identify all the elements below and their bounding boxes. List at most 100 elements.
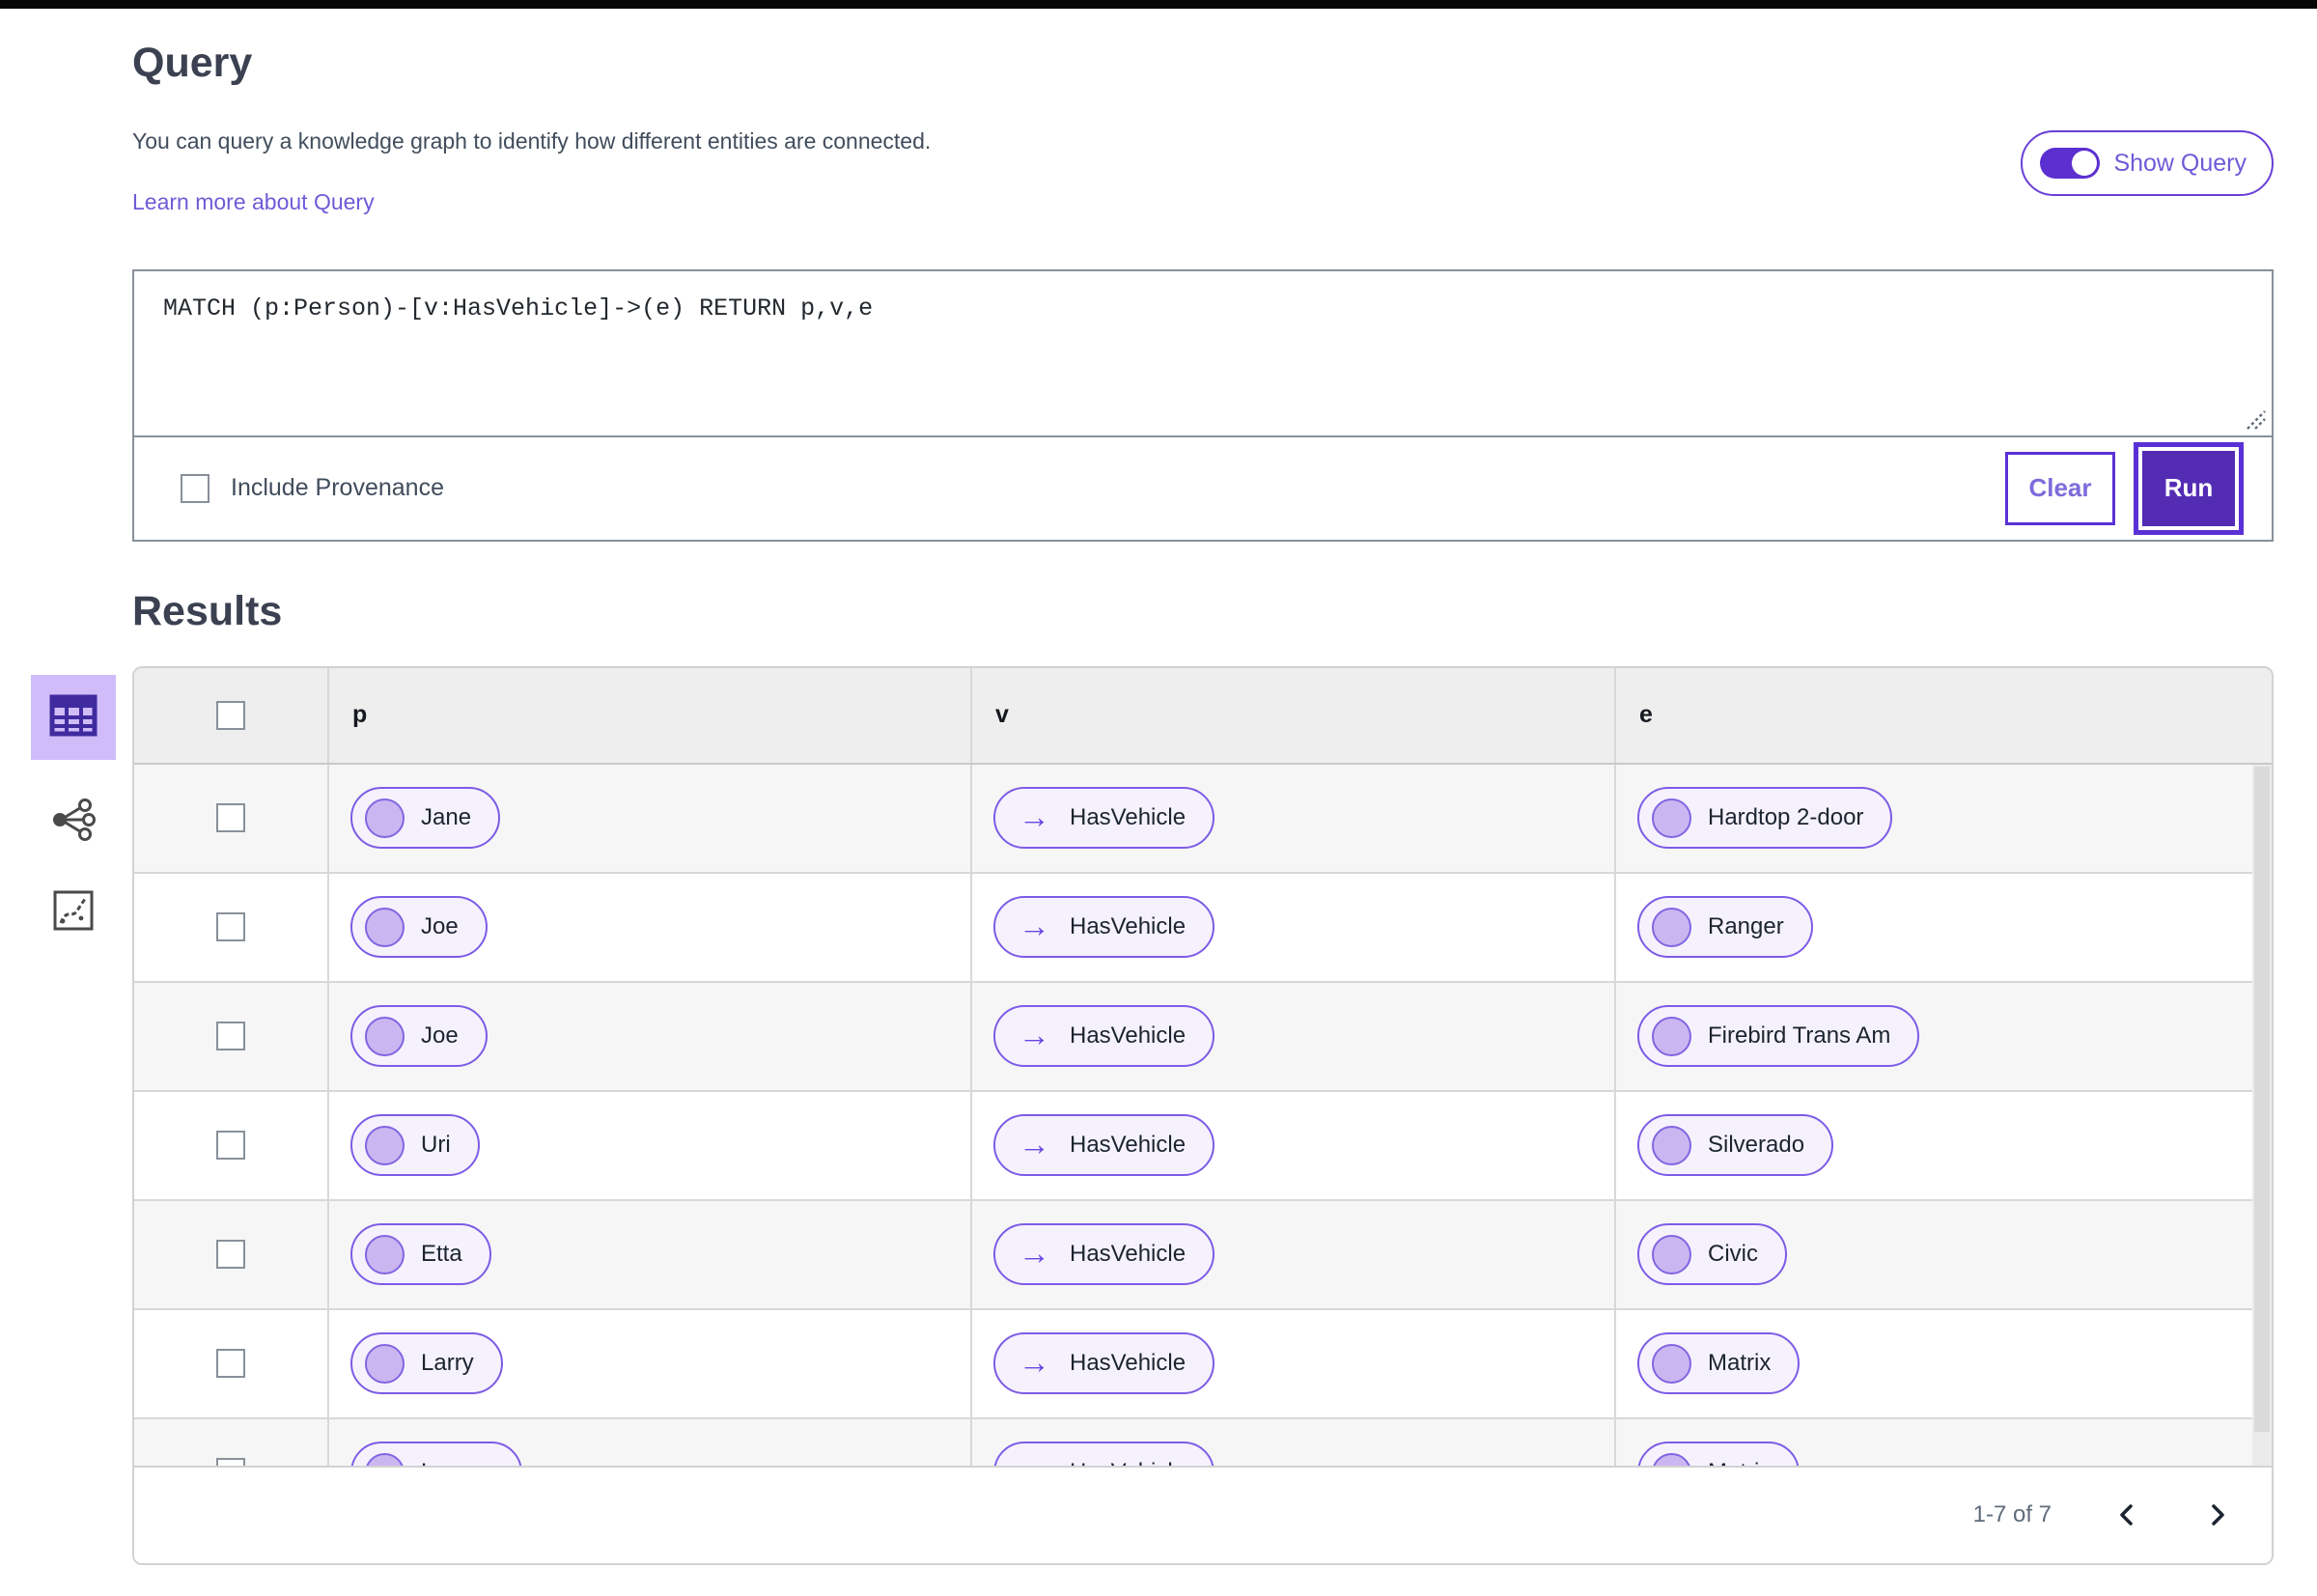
node-pill-p[interactable]: Joe: [350, 896, 488, 959]
node-pill-e[interactable]: Ranger: [1637, 896, 1813, 959]
node-pill-label: Hardtop 2-door: [1708, 804, 1864, 831]
edge-pill-label: HasVehicle: [1070, 804, 1186, 831]
node-pill-e[interactable]: Silverado: [1637, 1114, 1834, 1177]
results-table: p v e Jane → HasVehicle Hardtop 2-door J…: [132, 665, 2274, 1565]
edge-pill-v[interactable]: → HasVehicle: [993, 787, 1215, 850]
table-view-icon: [48, 693, 98, 742]
node-pill-e[interactable]: Matrix: [1637, 1442, 1801, 1466]
row-select-checkbox[interactable]: [216, 1022, 245, 1051]
node-pill-label: Jane: [421, 804, 472, 831]
node-circle-icon: [365, 1343, 405, 1384]
node-pill-e[interactable]: Hardtop 2-door: [1637, 787, 1893, 850]
toggle-switch-icon[interactable]: [2040, 148, 2101, 179]
edge-pill-label: HasVehicle: [1070, 1241, 1186, 1268]
edge-pill-v[interactable]: → HasVehicle: [993, 1114, 1215, 1177]
results-section-title: Results: [132, 587, 283, 634]
node-pill-p[interactable]: Uri: [350, 1114, 480, 1177]
node-pill-p[interactable]: Jane: [350, 787, 501, 850]
table-pagination: 1-7 of 7: [134, 1465, 2272, 1563]
node-pill-label: Larry: [421, 1350, 474, 1377]
edge-arrow-icon: →: [1019, 798, 1050, 834]
previous-page-button[interactable]: [2111, 1498, 2142, 1532]
node-circle-icon: [1652, 1125, 1691, 1165]
row-select-checkbox[interactable]: [216, 1131, 245, 1161]
show-query-toggle-button[interactable]: Show Query: [2021, 130, 2274, 196]
show-query-label: Show Query: [2113, 149, 2247, 177]
node-pill-e[interactable]: Matrix: [1637, 1332, 1801, 1395]
edge-pill-v[interactable]: → HasVehicle: [993, 1332, 1215, 1395]
results-view-switcher: [31, 675, 116, 941]
node-pill-label: Joe: [421, 1022, 459, 1050]
column-header-e: e: [1639, 701, 1653, 729]
table-body: Jane → HasVehicle Hardtop 2-door Joe → H…: [134, 764, 2272, 1466]
edge-arrow-icon: →: [1019, 907, 1050, 943]
edge-arrow-icon: →: [1019, 1016, 1050, 1052]
node-circle-icon: [1652, 798, 1691, 838]
row-select-checkbox[interactable]: [216, 1349, 245, 1379]
chevron-left-icon: [2120, 1504, 2133, 1526]
table-row: Joe → HasVehicle Firebird Trans Am: [134, 982, 2272, 1092]
node-pill-p[interactable]: Larry: [350, 1332, 503, 1395]
node-pill-p[interactable]: Joe: [350, 1005, 488, 1068]
row-select-checkbox[interactable]: [216, 1458, 245, 1466]
table-header-row: p v e: [134, 667, 2272, 765]
table-row: Uri → HasVehicle Silverado: [134, 1091, 2272, 1201]
node-pill-label: Silverado: [1708, 1132, 1805, 1159]
node-pill-e[interactable]: Firebird Trans Am: [1637, 1005, 1920, 1068]
graph-view-button[interactable]: [31, 793, 116, 851]
chart-view-icon: [52, 889, 95, 937]
query-section-title: Query: [132, 40, 253, 86]
learn-more-link[interactable]: Learn more about Query: [132, 189, 375, 215]
select-all-checkbox[interactable]: [216, 700, 245, 730]
chart-view-button[interactable]: [31, 883, 116, 941]
row-select-checkbox[interactable]: [216, 912, 245, 942]
toggle-knob: [2072, 151, 2098, 176]
edge-arrow-icon: →: [1019, 1234, 1050, 1271]
row-select-checkbox[interactable]: [216, 1240, 245, 1270]
chevron-right-icon: [2212, 1504, 2224, 1526]
node-circle-icon: [1652, 1343, 1691, 1384]
column-header-p: p: [352, 701, 368, 729]
edge-arrow-icon: →: [1019, 1343, 1050, 1380]
run-button[interactable]: Run: [2134, 441, 2244, 535]
table-view-button[interactable]: [31, 675, 116, 760]
node-pill-p[interactable]: Etta: [350, 1223, 491, 1286]
table-scrollbar[interactable]: [2252, 764, 2272, 1466]
node-pill-label: Lauren: [421, 1459, 493, 1466]
page: Query You can query a knowledge graph to…: [0, 9, 2317, 1596]
edge-pill-v[interactable]: → HasVehicle: [993, 1442, 1215, 1466]
node-circle-icon: [1652, 907, 1691, 947]
edge-pill-v[interactable]: → HasVehicle: [993, 1223, 1215, 1286]
row-select-checkbox[interactable]: [216, 803, 245, 833]
edge-pill-label: HasVehicle: [1070, 1132, 1186, 1159]
textarea-resize-handle-icon[interactable]: [2240, 404, 2267, 431]
pagination-range-label: 1-7 of 7: [1972, 1501, 2052, 1528]
node-circle-icon: [1652, 1234, 1691, 1274]
query-editor: MATCH (p:Person)-[v:HasVehicle]->(e) RET…: [134, 270, 2272, 437]
node-circle-icon: [365, 1234, 405, 1274]
query-description: You can query a knowledge graph to ident…: [132, 127, 932, 154]
node-pill-p[interactable]: Lauren: [350, 1442, 522, 1466]
edge-pill-v[interactable]: → HasVehicle: [993, 1005, 1215, 1068]
include-provenance-checkbox[interactable]: [181, 473, 209, 503]
node-circle-icon: [365, 1452, 405, 1466]
next-page-button[interactable]: [2202, 1498, 2233, 1532]
include-provenance-label: Include Provenance: [231, 474, 444, 502]
node-circle-icon: [1652, 1452, 1691, 1466]
node-pill-label: Ranger: [1708, 913, 1784, 940]
clear-button[interactable]: Clear: [2005, 451, 2115, 525]
edge-pill-v[interactable]: → HasVehicle: [993, 896, 1215, 959]
node-circle-icon: [365, 798, 405, 838]
node-pill-e[interactable]: Civic: [1637, 1223, 1787, 1286]
query-input[interactable]: MATCH (p:Person)-[v:HasVehicle]->(e) RET…: [134, 270, 2272, 435]
node-circle-icon: [365, 907, 405, 947]
table-row: Jane → HasVehicle Hardtop 2-door: [134, 764, 2272, 874]
table-scrollbar-thumb[interactable]: [2254, 766, 2270, 1433]
edge-arrow-icon: →: [1019, 1455, 1050, 1466]
node-circle-icon: [365, 1125, 405, 1165]
node-pill-label: Firebird Trans Am: [1708, 1022, 1891, 1050]
table-row: Joe → HasVehicle Ranger: [134, 873, 2272, 983]
node-pill-label: Joe: [421, 913, 459, 940]
table-row: Larry → HasVehicle Matrix: [134, 1309, 2272, 1419]
query-panel: MATCH (p:Person)-[v:HasVehicle]->(e) RET…: [132, 268, 2274, 542]
